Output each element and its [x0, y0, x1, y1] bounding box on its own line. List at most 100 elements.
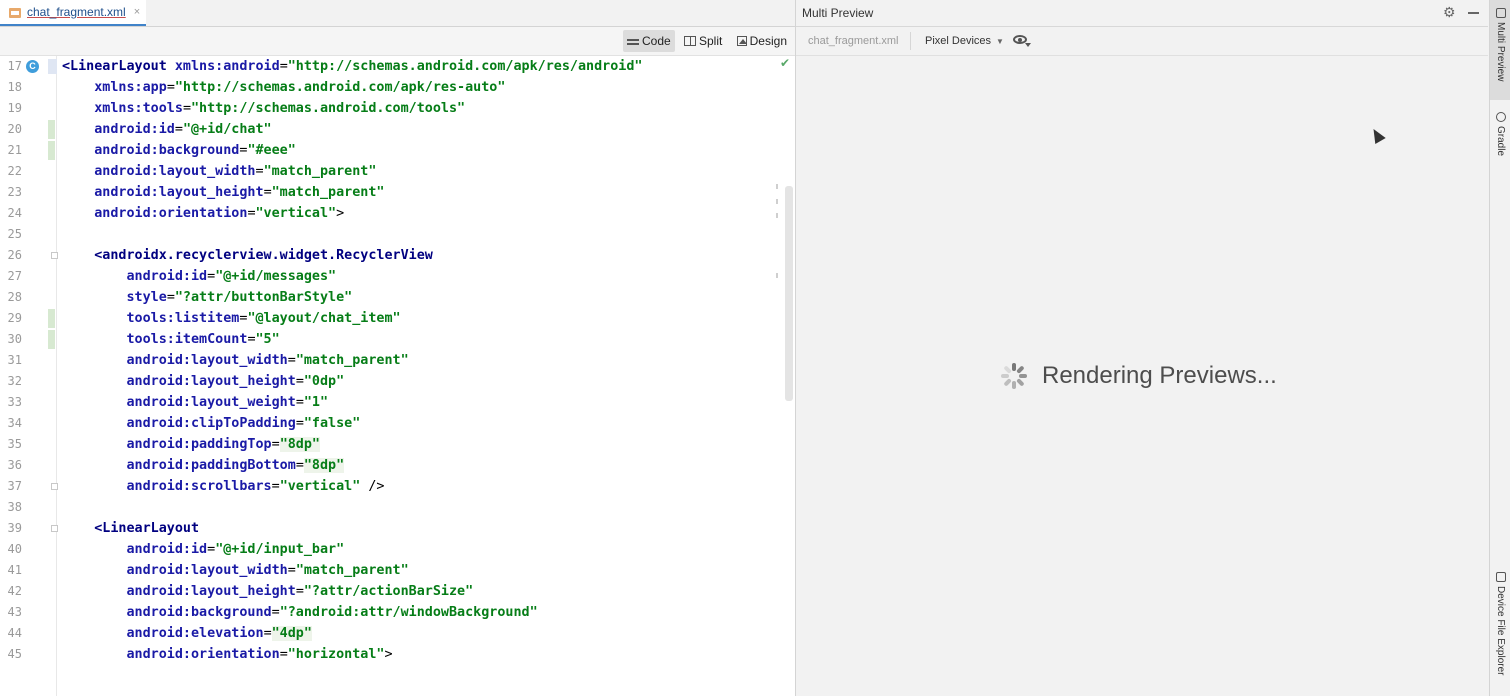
code-line[interactable]: xmlns:app="http://schemas.android.com/ap…: [62, 77, 505, 98]
code-line[interactable]: android:layout_width="match_parent": [62, 161, 376, 182]
code-token-attr: android:layout_width: [94, 164, 256, 179]
editor-scrollbar[interactable]: [785, 186, 793, 401]
code-line[interactable]: <androidx.recyclerview.widget.RecyclerVi…: [62, 245, 433, 266]
code-token-attr: android:id: [94, 122, 175, 137]
code-token-num: "8dp": [279, 437, 320, 452]
split-mode-button[interactable]: Split: [680, 30, 728, 52]
line-number: 23: [7, 185, 22, 199]
code-line[interactable]: android:orientation="horizontal">: [62, 644, 393, 665]
code-line[interactable]: android:layout_weight="1": [62, 392, 329, 413]
error-stripe-mark[interactable]: [776, 213, 778, 218]
code-line[interactable]: android:scrollbars="vertical" />: [62, 476, 385, 497]
class-badge-icon[interactable]: C: [26, 60, 39, 73]
line-number: 20: [7, 122, 22, 136]
code-token-tag: <LinearLayout: [94, 521, 200, 536]
device-group-dropdown[interactable]: Pixel Devices ▼: [925, 35, 1004, 47]
eye-dropdown-arrow-icon[interactable]: [1025, 43, 1031, 47]
code-token-attr: xmlns:tools: [94, 101, 183, 116]
code-line[interactable]: android:layout_width="match_parent": [62, 350, 409, 371]
code-line[interactable]: style="?attr/buttonBarStyle": [62, 287, 353, 308]
line-number: 32: [7, 374, 22, 388]
error-stripe-mark[interactable]: [776, 184, 778, 189]
vcs-change-marker[interactable]: [48, 141, 55, 160]
no-problems-check-icon[interactable]: ✔: [780, 56, 790, 70]
vcs-change-marker[interactable]: [48, 309, 55, 328]
code-token-punc: =: [255, 164, 264, 179]
code-token-attr: android:layout_height: [94, 185, 264, 200]
code-line[interactable]: <LinearLayout: [62, 518, 199, 539]
code-token-attr: android:paddingBottom: [126, 458, 296, 473]
gradle-tool-label: Gradle: [1495, 126, 1506, 157]
error-stripe-mark[interactable]: [776, 199, 778, 204]
code-line[interactable]: android:layout_height="?attr/actionBarSi…: [62, 581, 474, 602]
design-view-icon: [737, 36, 747, 46]
line-number: 27: [7, 269, 22, 283]
code-line[interactable]: xmlns:tools="http://schemas.android.com/…: [62, 98, 465, 119]
code-mode-button[interactable]: Code: [623, 30, 675, 52]
line-number: 30: [7, 332, 22, 346]
code-line[interactable]: android:paddingTop="8dp": [62, 434, 320, 455]
code-token-punc: =: [207, 542, 216, 557]
line-number: 45: [7, 647, 22, 661]
code-line[interactable]: tools:itemCount="5": [62, 329, 280, 350]
code-token-punc: =: [295, 458, 304, 473]
gradle-tool-button[interactable]: Gradle: [1490, 112, 1510, 156]
multi-preview-tool-button[interactable]: Multi Preview: [1490, 0, 1510, 100]
code-token-val: "5": [255, 332, 280, 347]
code-line[interactable]: android:paddingBottom="8dp": [62, 455, 345, 476]
code-token-attr: android:background: [94, 143, 240, 158]
split-mode-label: Split: [699, 34, 723, 48]
code-token-val: "http://schemas.android.com/apk/res-auto…: [174, 80, 506, 95]
code-token-punc: =: [207, 269, 216, 284]
line-number: 41: [7, 563, 22, 577]
code-line[interactable]: android:orientation="vertical">: [62, 203, 344, 224]
code-token-tag: <androidx.recyclerview.widget.RecyclerVi…: [94, 248, 433, 263]
fold-toggle-icon[interactable]: [51, 483, 58, 490]
close-tab-icon[interactable]: ×: [134, 6, 140, 18]
minimize-icon[interactable]: [1468, 12, 1479, 14]
code-line[interactable]: <LinearLayout xmlns:android="http://sche…: [62, 56, 642, 77]
line-number: 44: [7, 626, 22, 640]
fold-toggle-icon[interactable]: [51, 525, 58, 532]
code-line[interactable]: android:layout_height="match_parent": [62, 182, 384, 203]
vcs-change-marker[interactable]: [48, 330, 55, 349]
xml-file-icon: [8, 5, 22, 19]
code-line[interactable]: android:layout_height="0dp": [62, 371, 345, 392]
design-mode-button[interactable]: Design: [733, 30, 791, 52]
code-token-punc: >: [384, 647, 393, 662]
vcs-change-marker[interactable]: [48, 120, 55, 139]
code-line[interactable]: android:layout_width="match_parent": [62, 560, 409, 581]
code-line[interactable]: android:id="@+id/input_bar": [62, 539, 345, 560]
code-area[interactable]: <LinearLayout xmlns:android="http://sche…: [62, 56, 782, 696]
code-line[interactable]: android:background="#eee": [62, 140, 296, 161]
gear-icon[interactable]: ⚙: [1443, 5, 1457, 19]
error-stripe-mark[interactable]: [776, 273, 778, 278]
code-token-val: "match_parent": [295, 563, 409, 578]
code-line[interactable]: android:elevation="4dp": [62, 623, 312, 644]
code-line[interactable]: android:id="@+id/messages": [62, 266, 337, 287]
code-token-val: "match_parent": [263, 164, 377, 179]
device-file-explorer-tool-button[interactable]: Device File Explorer: [1490, 572, 1510, 675]
code-token-attr: android:layout_width: [126, 563, 288, 578]
code-line[interactable]: android:clipToPadding="false": [62, 413, 361, 434]
code-line[interactable]: android:id="@+id/chat": [62, 119, 271, 140]
line-number: 18: [7, 80, 22, 94]
spinner-petal: [1019, 374, 1027, 378]
code-token-val: "match_parent": [295, 353, 409, 368]
code-line[interactable]: android:background="?android:attr/window…: [62, 602, 538, 623]
fold-toggle-icon[interactable]: [51, 252, 58, 259]
spinner-petal: [1003, 365, 1012, 374]
code-line[interactable]: tools:listitem="@layout/chat_item": [62, 308, 401, 329]
file-tab[interactable]: chat_fragment.xml ×: [0, 0, 146, 26]
line-number: 24: [7, 206, 22, 220]
fold-marker-icon[interactable]: [48, 59, 57, 74]
